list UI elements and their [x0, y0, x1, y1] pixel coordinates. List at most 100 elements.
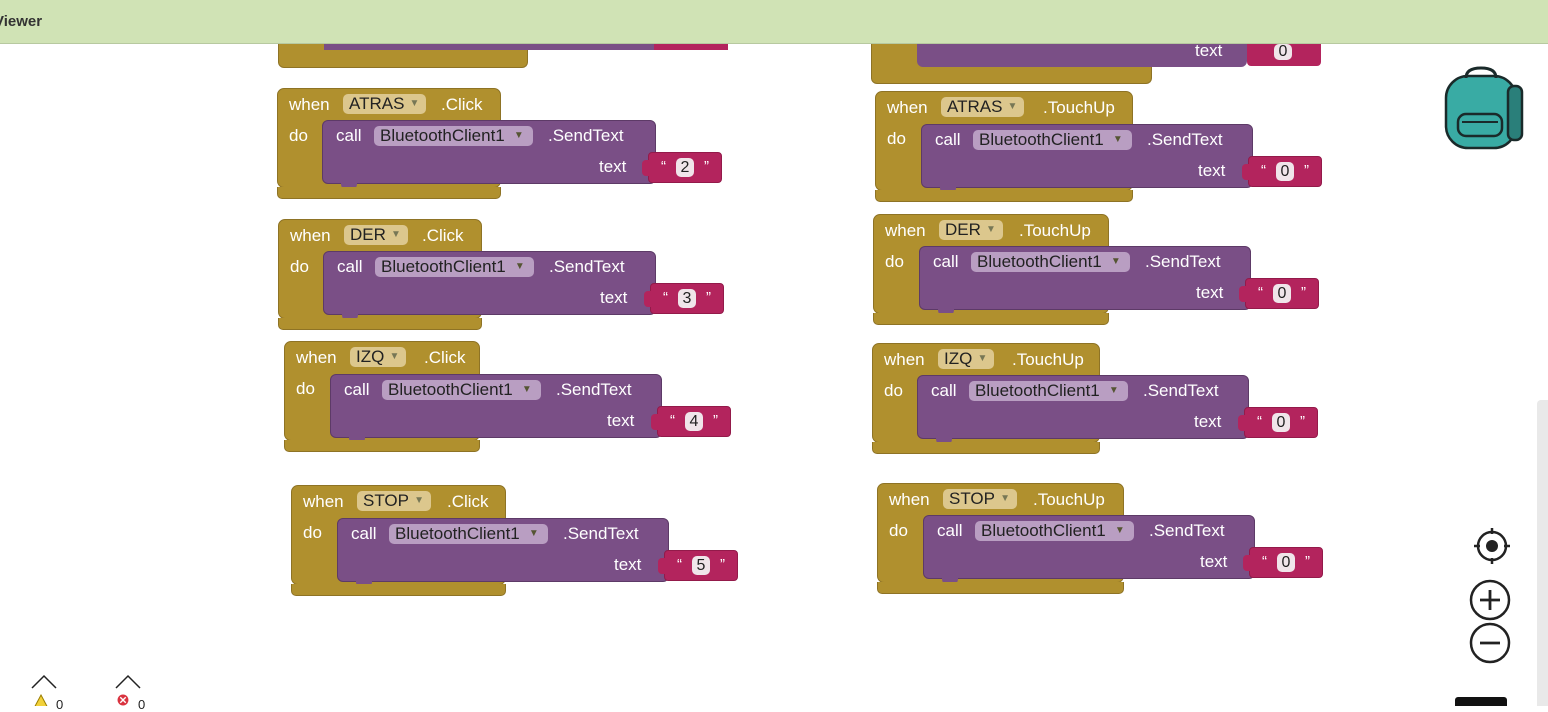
component-name: DER	[945, 220, 981, 239]
component-dropdown[interactable]: STOP ▼	[357, 491, 431, 511]
do-keyword: do	[884, 381, 903, 400]
bluetooth-client-dropdown[interactable]: BluetoothClient1 ▼	[975, 521, 1134, 541]
method-name: .SendText	[1149, 521, 1225, 540]
event-name: .Click	[422, 226, 464, 245]
warning-icon	[34, 694, 48, 706]
open-quote: “	[670, 412, 675, 429]
client-name: BluetoothClient1	[981, 521, 1106, 540]
error-toggle-icon[interactable]	[114, 674, 142, 690]
event-block-footer	[284, 440, 480, 452]
bluetooth-client-dropdown[interactable]: BluetoothClient1 ▼	[973, 130, 1132, 150]
string-value-field[interactable]: 4	[685, 412, 703, 431]
vertical-scrollbar[interactable]	[1537, 400, 1548, 706]
error-count: 0	[138, 697, 146, 712]
string-literal-block[interactable]: “ 4 ”	[651, 406, 731, 437]
string-value-field[interactable]: 0	[1272, 413, 1290, 432]
string-literal-block[interactable]: “ 0 ”	[1243, 547, 1323, 578]
zoom-in-icon[interactable]	[1469, 579, 1511, 621]
chevron-down-icon: ▼	[391, 229, 401, 240]
component-name: ATRAS	[947, 97, 1003, 116]
target-icon[interactable]	[1472, 526, 1512, 566]
zoom-out-icon[interactable]	[1469, 622, 1511, 664]
component-dropdown[interactable]: ATRAS ▼	[343, 94, 427, 114]
bluetooth-client-dropdown[interactable]: BluetoothClient1 ▼	[971, 252, 1130, 272]
chevron-down-icon: ▼	[521, 384, 532, 395]
string-value-field[interactable]: 0	[1273, 284, 1291, 303]
event-name: .TouchUp	[1019, 221, 1091, 240]
component-name: ATRAS	[349, 94, 405, 113]
text-parameter-label: text	[1198, 161, 1226, 180]
when-keyword: when	[887, 98, 928, 117]
chevron-down-icon: ▼	[977, 353, 988, 364]
event-block-footer	[877, 582, 1124, 594]
block-plug	[1239, 286, 1247, 302]
trash-icon[interactable]	[1455, 697, 1507, 706]
component-name: DER	[350, 225, 386, 244]
string-literal-block[interactable]: “ 2 ”	[642, 152, 722, 183]
chevron-down-icon: ▼	[1112, 134, 1123, 145]
partial-string-value[interactable]: 0	[1274, 44, 1292, 60]
chevron-down-icon: ▼	[513, 130, 524, 141]
chevron-down-icon: ▼	[1000, 493, 1010, 504]
bluetooth-client-dropdown[interactable]: BluetoothClient1 ▼	[389, 524, 548, 544]
bluetooth-client-dropdown[interactable]: BluetoothClient1 ▼	[969, 381, 1128, 401]
partial-event-block-right[interactable]: text 0	[871, 41, 1331, 84]
string-value-field[interactable]: 0	[1277, 553, 1295, 572]
call-keyword: call	[931, 381, 957, 400]
call-keyword: call	[935, 130, 961, 149]
component-dropdown[interactable]: IZQ ▼	[350, 347, 407, 367]
backpack-icon[interactable]	[1440, 66, 1526, 152]
close-quote: ”	[1301, 284, 1306, 301]
partial-event-block-left[interactable]	[278, 44, 728, 68]
chevron-down-icon: ▼	[1110, 256, 1121, 267]
client-name: BluetoothClient1	[979, 130, 1104, 149]
component-dropdown[interactable]: IZQ ▼	[938, 349, 995, 369]
string-literal-block[interactable]: “ 5 ”	[658, 550, 738, 581]
string-value-field[interactable]: 5	[692, 556, 710, 575]
method-name: .SendText	[548, 126, 624, 145]
do-keyword: do	[887, 129, 906, 148]
component-name: IZQ	[356, 347, 385, 366]
component-dropdown[interactable]: ATRAS ▼	[941, 97, 1025, 117]
call-keyword: call	[937, 521, 963, 540]
open-quote: “	[1262, 553, 1267, 570]
method-name: .SendText	[563, 524, 639, 543]
string-value-field[interactable]: 3	[678, 289, 696, 308]
client-name: BluetoothClient1	[977, 252, 1102, 271]
client-name: BluetoothClient1	[975, 381, 1100, 400]
viewer-header: Viewer	[0, 0, 1548, 44]
component-dropdown[interactable]: DER ▼	[939, 220, 1003, 240]
component-dropdown[interactable]: DER ▼	[344, 225, 408, 245]
event-name: .Click	[441, 95, 483, 114]
component-dropdown[interactable]: STOP ▼	[943, 489, 1017, 509]
string-literal-block[interactable]: “ 0 ”	[1238, 407, 1318, 438]
method-name: .SendText	[1147, 130, 1223, 149]
close-quote: ”	[1305, 553, 1310, 570]
string-literal-block[interactable]: “ 3 ”	[644, 283, 724, 314]
call-keyword: call	[344, 380, 370, 399]
event-block-footer	[872, 442, 1100, 454]
event-name: .TouchUp	[1043, 98, 1115, 117]
warning-toggle-icon[interactable]	[30, 674, 58, 690]
block-plug	[1238, 415, 1246, 431]
bluetooth-client-dropdown[interactable]: BluetoothClient1 ▼	[382, 380, 541, 400]
block-plug	[651, 414, 659, 430]
chevron-down-icon: ▼	[1114, 525, 1125, 536]
event-name: .Click	[424, 348, 466, 367]
string-literal-block[interactable]: “ 0 ”	[1239, 278, 1319, 309]
client-name: BluetoothClient1	[388, 380, 513, 399]
bluetooth-client-dropdown[interactable]: BluetoothClient1 ▼	[375, 257, 534, 277]
do-keyword: do	[289, 126, 308, 145]
client-name: BluetoothClient1	[395, 524, 520, 543]
text-parameter-label: text	[1194, 412, 1222, 431]
string-literal-block[interactable]: “ 0 ”	[1242, 156, 1322, 187]
event-block-footer	[291, 584, 506, 596]
method-name: .SendText	[1143, 381, 1219, 400]
event-block-footer	[277, 187, 501, 199]
chevron-down-icon: ▼	[528, 528, 539, 539]
string-value-field[interactable]: 2	[676, 158, 694, 177]
string-value-field[interactable]: 0	[1276, 162, 1294, 181]
when-keyword: when	[884, 350, 925, 369]
error-icon	[117, 694, 129, 706]
bluetooth-client-dropdown[interactable]: BluetoothClient1 ▼	[374, 126, 533, 146]
